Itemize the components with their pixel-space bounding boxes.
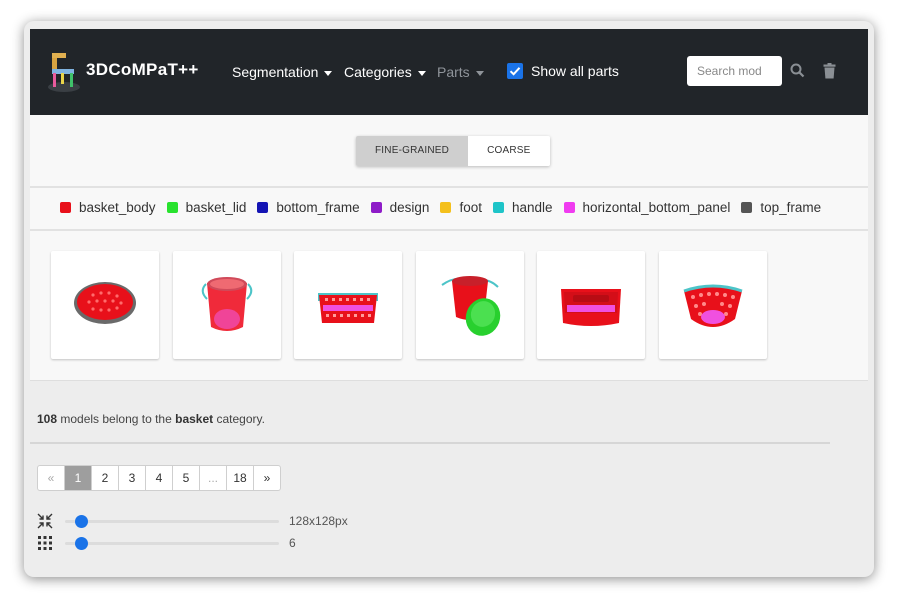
search-icon[interactable] <box>790 63 805 83</box>
model-thumbnail-rectangular-tray-basket[interactable] <box>537 251 645 359</box>
categories-menu-label: Categories <box>344 64 412 80</box>
segmentation-menu-label: Segmentation <box>232 64 319 80</box>
category-name: basket <box>175 412 214 426</box>
part-legend-panel: basket_body basket_lid bottom_frame desi… <box>30 188 868 231</box>
caret-down-icon <box>324 70 333 76</box>
color-swatch <box>492 202 504 213</box>
legend-item-handle: handle <box>492 200 553 215</box>
coarse-button[interactable]: COARSE <box>468 136 550 166</box>
search-input[interactable] <box>687 56 782 86</box>
model-thumbnail-bucket-with-green-lid[interactable] <box>416 251 524 359</box>
prev-page-button[interactable]: « <box>38 466 65 490</box>
segmentation-mode-toggle: FINE-GRAINED COARSE <box>356 136 550 166</box>
show-all-parts-checkbox[interactable] <box>507 63 523 79</box>
thumbnail-size-value: 128x128px <box>289 514 348 528</box>
legend-item-basket-lid: basket_lid <box>166 200 247 215</box>
model-thumbnail-grid <box>30 231 868 381</box>
color-swatch <box>257 202 269 213</box>
fine-grained-button[interactable]: FINE-GRAINED <box>356 136 469 166</box>
legend-label: basket_body <box>79 200 156 215</box>
part-legend: basket_body basket_lid bottom_frame desi… <box>60 200 832 215</box>
brand-title[interactable]: 3DCoMPaT++ <box>86 60 199 80</box>
color-swatch <box>166 202 178 213</box>
legend-label: bottom_frame <box>276 200 360 215</box>
legend-item-foot: foot <box>440 200 482 215</box>
divider <box>30 442 830 444</box>
grid-columns-value: 6 <box>289 536 296 550</box>
caret-down-icon <box>475 70 484 76</box>
grid-columns-slider[interactable] <box>65 537 279 550</box>
slider-handle[interactable] <box>75 515 89 528</box>
legend-label: handle <box>511 200 553 215</box>
model-thumbnail-round-perforated-basket[interactable] <box>659 251 767 359</box>
color-swatch <box>60 202 71 213</box>
model-thumbnail-round-flat-basket[interactable] <box>51 251 159 359</box>
info-text: models belong to the <box>57 412 176 426</box>
legend-label: design <box>389 200 430 215</box>
segmentation-menu[interactable]: Segmentation <box>232 64 333 80</box>
legend-label: foot <box>459 200 482 215</box>
model-count-info: 108 models belong to the basket category… <box>37 412 265 426</box>
slider-handle[interactable] <box>75 537 89 550</box>
show-all-parts-label[interactable]: Show all parts <box>531 63 619 79</box>
color-swatch <box>563 202 575 213</box>
info-text-end: category. <box>213 412 265 426</box>
chair-logo-icon[interactable] <box>46 51 82 95</box>
legend-item-top-frame: top_frame <box>741 200 821 215</box>
page-button-1[interactable]: 1 <box>65 466 92 490</box>
legend-item-basket-body: basket_body <box>60 200 156 215</box>
page-button-3[interactable]: 3 <box>119 466 146 490</box>
legend-item-bottom-frame: bottom_frame <box>257 200 360 215</box>
legend-label: horizontal_bottom_panel <box>582 200 731 215</box>
legend-item-design: design <box>370 200 430 215</box>
app-window: 3DCoMPaT++ Segmentation Categories Parts… <box>24 21 874 577</box>
model-count: 108 <box>37 412 58 426</box>
trash-icon[interactable] <box>823 63 836 84</box>
color-swatch <box>440 202 452 213</box>
model-thumbnail-bucket-basket-with-handles[interactable] <box>173 251 281 359</box>
shrink-arrows-icon <box>37 513 53 534</box>
parts-menu-label: Parts <box>437 64 470 80</box>
legend-item-horizontal-bottom-panel: horizontal_bottom_panel <box>563 200 731 215</box>
page-button-4[interactable]: 4 <box>146 466 173 490</box>
pagination: « 1 2 3 4 5 ... 18 » <box>37 465 281 491</box>
color-swatch <box>741 202 753 213</box>
caret-down-icon <box>417 70 426 76</box>
grid-dots-icon <box>37 535 53 556</box>
navbar: 3DCoMPaT++ Segmentation Categories Parts… <box>30 29 868 115</box>
segmentation-mode-panel: FINE-GRAINED COARSE <box>30 115 868 188</box>
page-ellipsis: ... <box>200 466 227 490</box>
color-swatch <box>370 202 382 213</box>
checkmark-icon <box>509 67 521 76</box>
model-thumbnail-rectangular-perforated-basket[interactable] <box>294 251 402 359</box>
thumbnail-size-slider[interactable] <box>65 515 279 528</box>
page-button-2[interactable]: 2 <box>92 466 119 490</box>
page-button-18[interactable]: 18 <box>227 466 254 490</box>
categories-menu[interactable]: Categories <box>344 64 426 80</box>
next-page-button[interactable]: » <box>254 466 280 490</box>
parts-menu[interactable]: Parts <box>437 64 484 80</box>
page-button-5[interactable]: 5 <box>173 466 200 490</box>
legend-label: top_frame <box>760 200 822 215</box>
legend-label: basket_lid <box>185 200 247 215</box>
